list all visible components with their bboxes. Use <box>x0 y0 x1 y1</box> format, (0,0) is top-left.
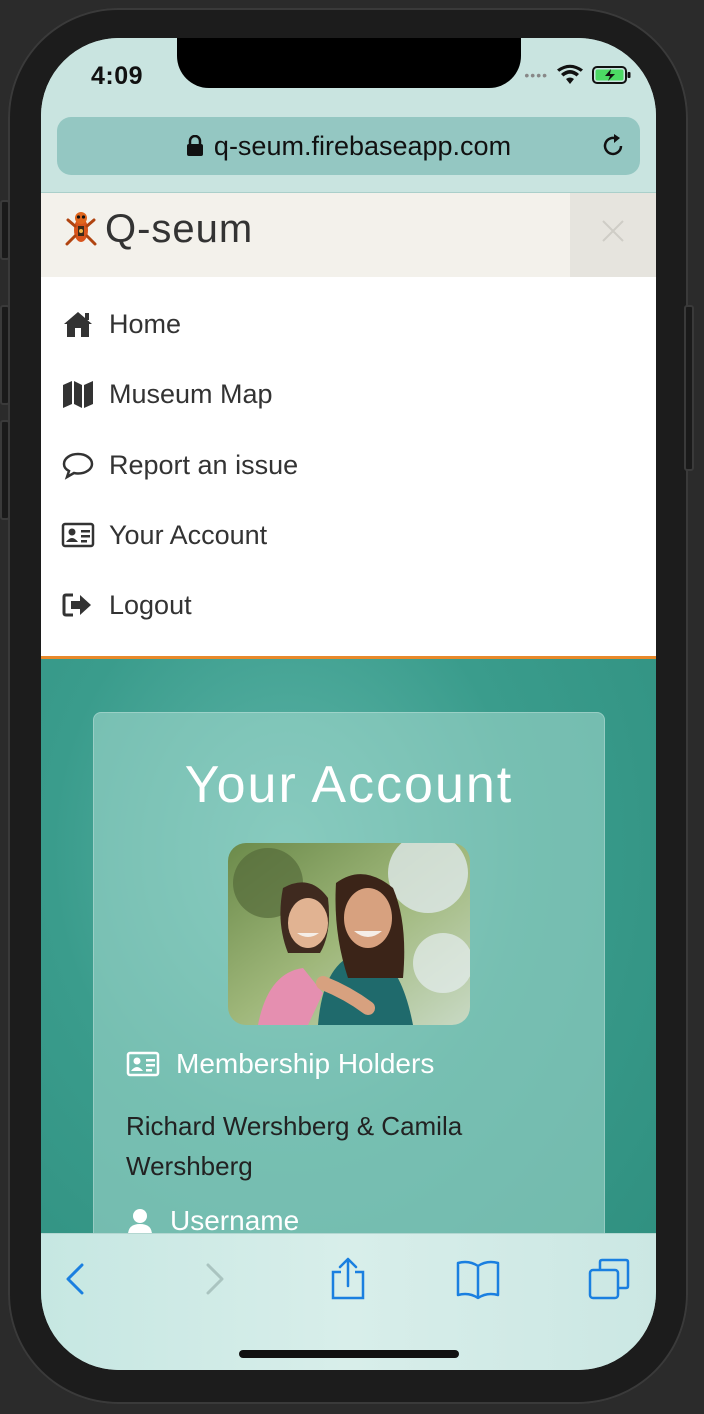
chevron-right-icon <box>206 1263 224 1295</box>
close-menu-button[interactable] <box>570 193 656 277</box>
address-bar[interactable]: q-seum.firebaseapp.com <box>57 117 640 175</box>
menu-item-label: Your Account <box>109 519 268 550</box>
frog-logo-icon <box>65 211 97 245</box>
menu-item-report-issue[interactable]: Report an issue <box>61 440 298 490</box>
share-button[interactable] <box>325 1256 371 1302</box>
close-icon <box>602 220 624 242</box>
logout-icon <box>61 590 95 620</box>
menu-item-logout[interactable]: Logout <box>61 580 192 630</box>
nav-menu: Home Museum Map Report an issue Your Acc… <box>41 277 656 657</box>
lock-icon <box>186 135 203 156</box>
home-icon <box>61 309 95 339</box>
status-bar: 4:09 •••• <box>41 38 656 118</box>
volume-down-button <box>0 420 10 520</box>
id-card-icon <box>61 520 95 550</box>
site-header: Q-seum <box>41 193 656 277</box>
comment-icon <box>61 450 95 480</box>
page-title: Your Account <box>184 756 514 814</box>
map-icon <box>61 379 95 409</box>
menu-item-label: Report an issue <box>109 449 299 480</box>
phone-screen: 4:09 •••• q-seum.firebaseapp.com Q-seum … <box>41 38 656 1370</box>
url-text: q-seum.firebaseapp.com <box>213 130 512 161</box>
cellular-signal-icon: •••• <box>524 67 548 83</box>
battery-charging-icon <box>592 66 631 84</box>
bookmarks-button[interactable] <box>455 1256 501 1302</box>
user-icon <box>128 1209 152 1235</box>
status-icons: •••• <box>524 64 632 86</box>
membership-holders-label: Membership Holders <box>126 1048 434 1080</box>
share-icon <box>331 1257 365 1300</box>
member-photo <box>228 843 470 1025</box>
browser-toolbar <box>41 1233 656 1370</box>
wifi-icon <box>557 64 583 84</box>
tabs-button[interactable] <box>586 1256 632 1302</box>
home-indicator[interactable] <box>239 1350 459 1358</box>
chevron-left-icon <box>66 1263 84 1295</box>
mute-switch <box>0 200 10 260</box>
reload-icon[interactable] <box>600 133 626 159</box>
membership-holders-value: Richard Wershberg & Camila Wershberg <box>126 1111 463 1181</box>
menu-item-label: Museum Map <box>109 378 273 409</box>
menu-item-label: Home <box>109 308 182 339</box>
brand-name: Q-seum <box>105 207 254 251</box>
page-content: Your Account Membership Holders Richard … <box>41 659 656 1334</box>
menu-item-your-account[interactable]: Your Account <box>61 510 267 560</box>
status-time: 4:09 <box>91 62 144 90</box>
menu-item-home[interactable]: Home <box>61 299 181 349</box>
notch <box>177 38 521 88</box>
power-button <box>684 305 694 471</box>
id-card-icon <box>126 1051 160 1077</box>
tabs-icon <box>588 1258 630 1300</box>
back-button[interactable] <box>53 1256 99 1302</box>
volume-up-button <box>0 305 10 405</box>
forward-button[interactable] <box>191 1256 237 1302</box>
menu-item-label: Logout <box>109 589 192 620</box>
book-icon <box>456 1260 500 1300</box>
menu-item-museum-map[interactable]: Museum Map <box>61 369 273 419</box>
brand-link[interactable]: Q-seum <box>65 207 253 252</box>
